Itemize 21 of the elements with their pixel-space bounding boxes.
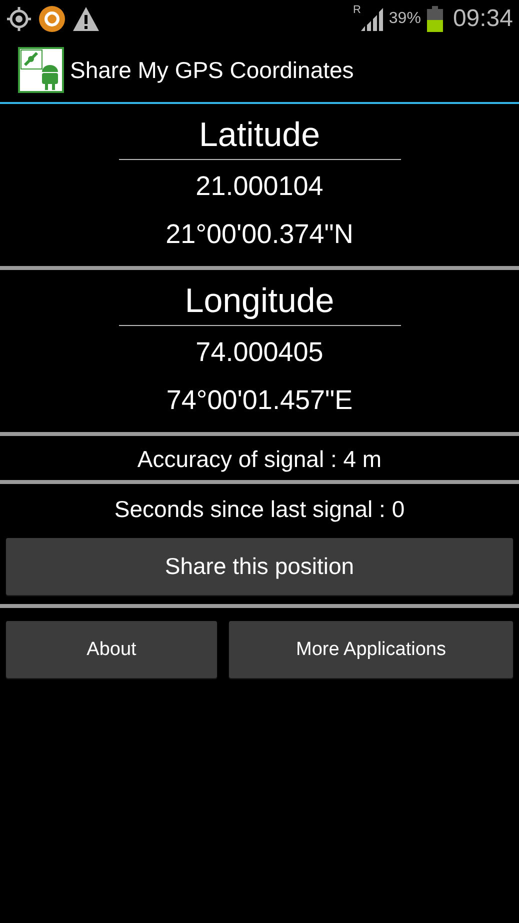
- decimal-value: 74.000405: [196, 336, 324, 369]
- app-notification-icon: [38, 5, 66, 33]
- decimal-value: 21.000104: [196, 170, 324, 203]
- app-icon: [18, 47, 64, 93]
- warning-icon: [72, 6, 100, 32]
- app-title: Share My GPS Coordinates: [70, 56, 354, 84]
- battery-percent: 39%: [388, 10, 421, 28]
- seconds-text: Seconds since last signal : 0: [113, 495, 406, 524]
- about-button[interactable]: About: [6, 621, 217, 678]
- battery-icon: [426, 6, 443, 32]
- clock: 09:34: [452, 5, 513, 33]
- accuracy-text: Accuracy of signal : 4 m: [136, 445, 383, 474]
- dms-value: 74°00'01.457"E: [166, 384, 353, 417]
- share-button[interactable]: Share this position: [6, 538, 513, 595]
- more-apps-button[interactable]: More Applications: [229, 621, 513, 678]
- network-type: R: [352, 4, 361, 16]
- gps-icon: [6, 6, 32, 32]
- signal-icon: [360, 7, 383, 31]
- coordinate-heading: Longitude: [118, 270, 400, 326]
- coordinate-heading: Latitude: [118, 104, 400, 160]
- dms-value: 21°00'00.374"N: [166, 218, 354, 251]
